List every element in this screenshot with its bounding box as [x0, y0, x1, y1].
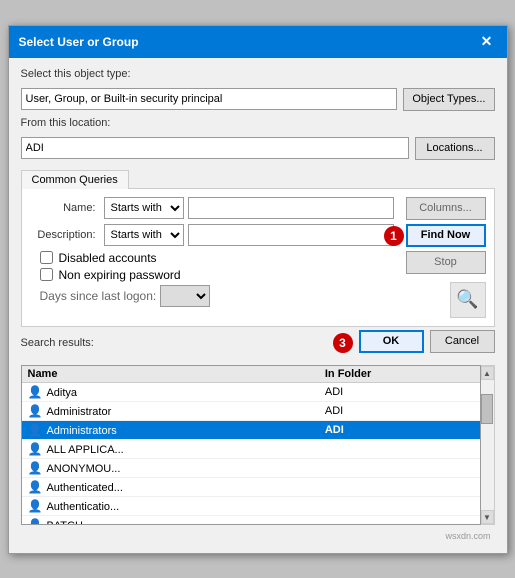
disabled-accounts-label: Disabled accounts — [59, 251, 157, 265]
results-tbody: 👤AdityaADI👤AdministratorADI👤Administrato… — [22, 382, 480, 525]
non-expiring-label: Non expiring password — [59, 268, 181, 282]
location-label: From this location: — [21, 117, 495, 129]
cell-name: 👤Authenticatio... — [22, 496, 319, 515]
annotation-3: 3 — [333, 333, 353, 353]
user-icon: 👤 — [28, 442, 43, 456]
ok-button[interactable]: OK — [359, 330, 424, 353]
cell-name: 👤Administrator — [22, 401, 319, 420]
name-row: Name: Starts with — [30, 197, 394, 219]
results-section: Name In Folder 👤AdityaADI👤AdministratorA… — [21, 363, 495, 525]
cell-name: 👤Aditya — [22, 382, 319, 401]
results-table-wrap[interactable]: Name In Folder 👤AdityaADI👤AdministratorA… — [21, 365, 481, 525]
user-icon: 👤 — [28, 499, 43, 513]
disabled-accounts-row: Disabled accounts — [40, 251, 394, 265]
side-buttons: Columns... 1 Find Now Stop 🔍 — [406, 197, 486, 318]
cancel-button[interactable]: Cancel — [430, 330, 495, 353]
cell-folder: ADI — [319, 420, 480, 439]
select-user-dialog: Select User or Group ✕ Select this objec… — [8, 25, 508, 554]
object-types-button[interactable]: Object Types... — [403, 88, 494, 111]
col-name-header: Name — [22, 366, 319, 383]
table-row[interactable]: 👤AdministratorsADI — [22, 420, 480, 439]
days-label: Days since last logon: — [40, 289, 157, 303]
table-row[interactable]: 👤AdityaADI — [22, 382, 480, 401]
non-expiring-checkbox[interactable] — [40, 268, 53, 281]
user-icon: 👤 — [28, 385, 43, 399]
annotation-1: 1 — [384, 226, 404, 246]
title-bar: Select User or Group ✕ — [9, 26, 507, 58]
cell-name: 👤Authenticated... — [22, 477, 319, 496]
days-row: Days since last logon: — [40, 285, 394, 307]
description-row: Description: Starts with — [30, 224, 394, 246]
find-now-wrap: 1 Find Now — [406, 224, 486, 247]
table-row[interactable]: 👤BATCH — [22, 515, 480, 525]
description-label: Description: — [30, 229, 100, 241]
object-type-label: Select this object type: — [21, 68, 495, 80]
description-filter-select[interactable]: Starts with — [104, 224, 184, 246]
cell-folder: ADI — [319, 401, 480, 420]
days-select[interactable] — [160, 285, 210, 307]
table-header-row: Name In Folder — [22, 366, 480, 383]
cell-folder — [319, 477, 480, 496]
user-icon: 👤 — [28, 404, 43, 418]
dialog-body: Select this object type: Object Types...… — [9, 58, 507, 553]
table-row[interactable]: 👤Authenticatio... — [22, 496, 480, 515]
common-queries-section: Common Queries Name: Starts with — [21, 170, 495, 327]
location-row: Locations... — [21, 137, 495, 160]
col-folder-header: In Folder — [319, 366, 480, 383]
name-input[interactable] — [188, 197, 394, 219]
non-expiring-row: Non expiring password — [40, 268, 394, 282]
table-row[interactable]: 👤Authenticated... — [22, 477, 480, 496]
panel-form: Name: Starts with Description: Starts wi… — [30, 197, 394, 318]
scroll-thumb[interactable] — [481, 394, 493, 424]
watermark: wsxdn.com — [21, 531, 495, 543]
user-icon: 👤 — [28, 461, 43, 475]
name-label: Name: — [30, 202, 100, 214]
cell-name: 👤ANONYMOU... — [22, 458, 319, 477]
panel-content: Name: Starts with Description: Starts wi… — [21, 188, 495, 327]
location-input[interactable] — [21, 137, 409, 159]
panel-inner: Name: Starts with Description: Starts wi… — [30, 197, 486, 318]
search-icon-button[interactable]: 🔍 — [450, 282, 486, 318]
object-type-row: Object Types... — [21, 88, 495, 111]
cell-name: 👤ALL APPLICA... — [22, 439, 319, 458]
ok-wrap: 3 OK — [359, 330, 424, 353]
columns-button[interactable]: Columns... — [406, 197, 486, 220]
close-button[interactable]: ✕ — [477, 32, 497, 52]
table-row[interactable]: 👤AdministratorADI — [22, 401, 480, 420]
cell-name: 👤BATCH — [22, 515, 319, 525]
cell-folder: ADI — [319, 382, 480, 401]
common-queries-tab[interactable]: Common Queries — [21, 170, 129, 189]
table-row[interactable]: 👤ALL APPLICA... — [22, 439, 480, 458]
name-filter-select[interactable]: Starts with — [104, 197, 184, 219]
cell-folder — [319, 515, 480, 525]
scroll-down-arrow[interactable]: ▼ — [481, 510, 494, 524]
cell-folder — [319, 458, 480, 477]
cell-folder — [319, 496, 480, 515]
scroll-track — [481, 424, 494, 510]
results-table: Name In Folder 👤AdityaADI👤AdministratorA… — [22, 366, 480, 525]
cell-name: 👤Administrators — [22, 420, 319, 439]
object-type-input[interactable] — [21, 88, 398, 110]
user-icon: 👤 — [28, 518, 43, 525]
description-input[interactable] — [188, 224, 394, 246]
find-now-button[interactable]: Find Now — [406, 224, 486, 247]
locations-button[interactable]: Locations... — [415, 137, 495, 160]
scrollbar[interactable]: ▲ ▼ — [481, 365, 495, 525]
dialog-title: Select User or Group — [19, 35, 139, 49]
dialog-buttons: 3 OK Cancel — [359, 330, 495, 357]
user-icon: 👤 — [28, 480, 43, 494]
user-icon: 👤 — [28, 423, 43, 437]
scroll-up-arrow[interactable]: ▲ — [481, 366, 494, 380]
cell-folder — [319, 439, 480, 458]
table-row[interactable]: 👤ANONYMOU... — [22, 458, 480, 477]
stop-button[interactable]: Stop — [406, 251, 486, 274]
disabled-accounts-checkbox[interactable] — [40, 251, 53, 264]
